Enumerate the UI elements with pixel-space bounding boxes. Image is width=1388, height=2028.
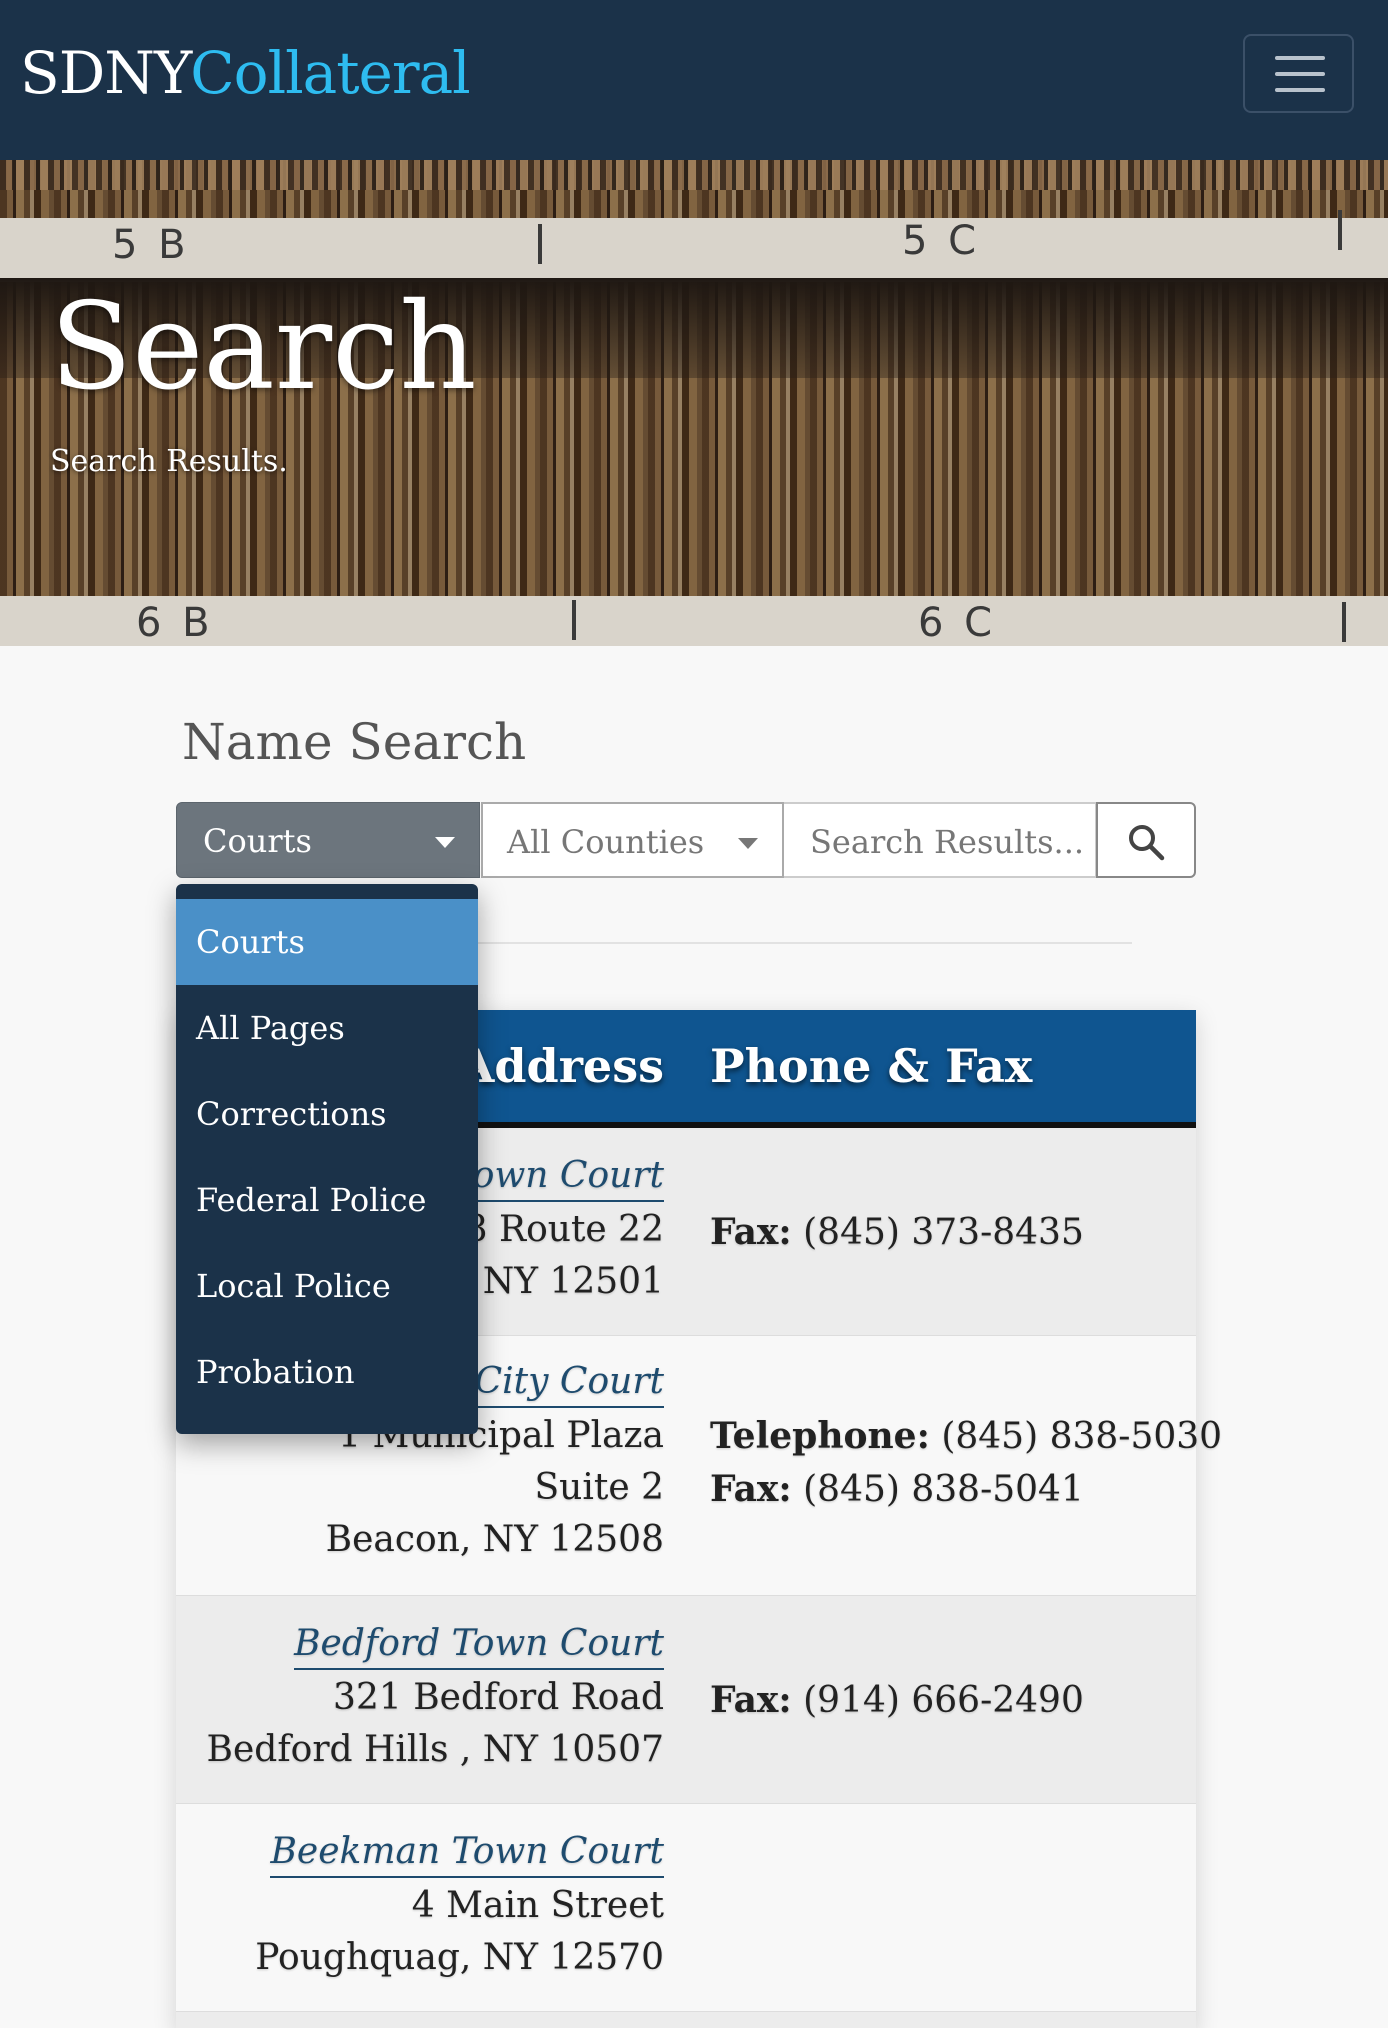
shelf-label: 6 C (918, 600, 997, 646)
search-input[interactable]: Search Results... (784, 802, 1097, 878)
search-icon (1129, 825, 1165, 861)
address-line: Bedford Hills , NY 10507 (206, 1729, 664, 1770)
category-dropdown-menu: Courts All Pages Corrections Federal Pol… (176, 884, 478, 1434)
table-row: Bedford Town Court 321 Bedford Road Bedf… (176, 1596, 1196, 1804)
shelf-label: 5 B (112, 222, 190, 268)
phone-line: Fax: (914) 666-2490 (710, 1674, 1084, 1727)
search-input-placeholder: Search Results... (810, 823, 1085, 861)
section-title: Name Search (182, 713, 527, 771)
phone-label: Telephone: (710, 1415, 930, 1457)
address-line: 4 Main Street (411, 1885, 664, 1926)
dropdown-item-probation[interactable]: Probation (176, 1329, 478, 1415)
shelf-divider (572, 600, 576, 640)
table-row (176, 2012, 1196, 2028)
shelf-label: 6 B (136, 600, 214, 646)
county-select[interactable]: All Counties (481, 802, 784, 878)
hero-shelf-band-upper (0, 218, 1388, 282)
phone-value: (845) 838-5030 (929, 1416, 1223, 1457)
address-line: Beacon, NY 12508 (325, 1519, 664, 1560)
phone-cell: Telephone: (845) 838-5030 Fax: (845) 838… (710, 1410, 1222, 1516)
caret-down-icon (738, 838, 758, 849)
brand-logo[interactable]: SDNYCollateral (20, 36, 471, 110)
court-link[interactable]: Beekman Town Court (270, 1828, 664, 1878)
address-cell: Bedford Town Court 321 Bedford Road Bedf… (207, 1618, 664, 1776)
phone-line: Telephone: (845) 838-5030 (710, 1410, 1222, 1463)
column-header-address: Address (458, 1039, 664, 1093)
court-link[interactable]: Bedford Town Court (294, 1620, 664, 1670)
column-header-phone: Phone & Fax (710, 1039, 1033, 1093)
caret-down-icon (435, 837, 455, 848)
court-link[interactable]: Town Court (451, 1152, 664, 1202)
phone-label: Fax: (710, 1679, 792, 1721)
dropdown-item-all-pages[interactable]: All Pages (176, 985, 478, 1071)
shelf-label: 5 C (902, 218, 981, 264)
phone-cell: Fax: (845) 373-8435 (710, 1206, 1084, 1259)
phone-label: Fax: (710, 1468, 792, 1510)
category-select-value: Courts (203, 822, 312, 860)
phone-cell: Fax: (914) 666-2490 (710, 1674, 1084, 1727)
brand-accent: Collateral (190, 39, 470, 107)
county-select-value: All Counties (507, 823, 705, 861)
shelf-divider (1342, 602, 1346, 642)
address-line: Poughquag, NY 12570 (255, 1937, 664, 1978)
phone-label: Fax: (710, 1211, 792, 1253)
page-subtitle: Search Results. (50, 444, 288, 479)
phone-line: Fax: (845) 838-5041 (710, 1463, 1222, 1516)
dropdown-item-federal-police[interactable]: Federal Police (176, 1157, 478, 1243)
address-cell: Beekman Town Court 4 Main Street Poughqu… (255, 1826, 664, 1984)
search-button[interactable] (1096, 802, 1196, 878)
address-line: 321 Bedford Road (333, 1677, 664, 1718)
shelf-divider (1338, 210, 1342, 250)
navbar: SDNYCollateral (0, 0, 1388, 160)
dropdown-item-local-police[interactable]: Local Police (176, 1243, 478, 1329)
phone-value: (845) 373-8435 (791, 1212, 1084, 1253)
hero-shelf-top (0, 160, 1388, 190)
address-line: Suite 2 (534, 1467, 664, 1508)
dropdown-item-courts[interactable]: Courts (176, 899, 478, 985)
dropdown-item-corrections[interactable]: Corrections (176, 1071, 478, 1157)
category-select[interactable]: Courts (176, 802, 480, 878)
table-row: Beekman Town Court 4 Main Street Poughqu… (176, 1804, 1196, 2012)
phone-line: Fax: (845) 373-8435 (710, 1206, 1084, 1259)
brand-primary: SDNY (20, 39, 191, 107)
menu-toggle-button[interactable] (1243, 34, 1354, 113)
phone-value: (845) 838-5041 (791, 1469, 1084, 1510)
court-link[interactable]: City Court (474, 1358, 664, 1408)
hero-banner: 5 B 5 C 6 B 6 C Search Search Results. (0, 160, 1388, 646)
shelf-divider (538, 224, 542, 264)
page-title: Search (50, 278, 477, 417)
phone-value: (914) 666-2490 (791, 1680, 1084, 1721)
